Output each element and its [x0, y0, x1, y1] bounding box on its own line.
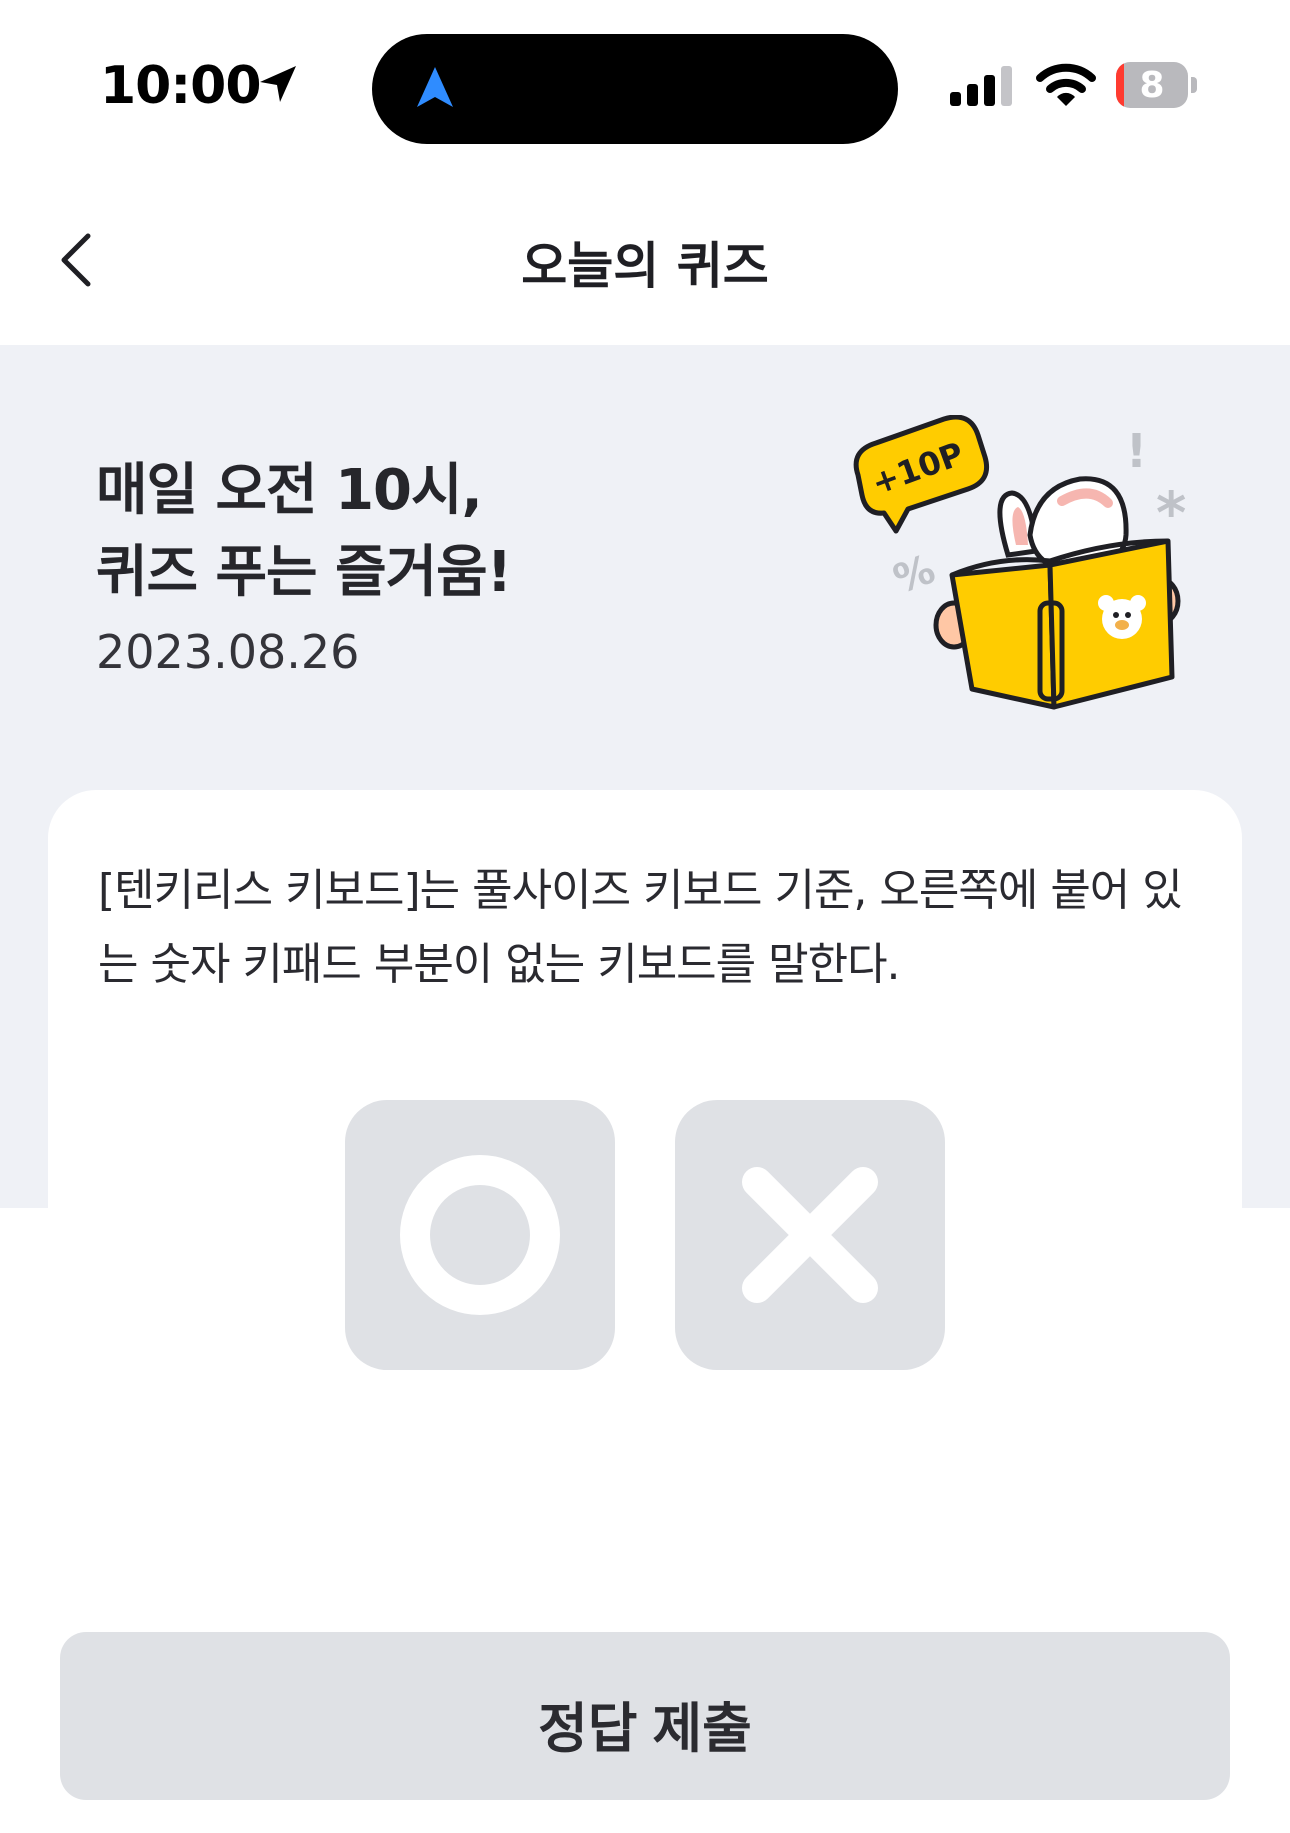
svg-text:*: *: [1156, 479, 1186, 547]
submit-answer-label: 정답 제출: [538, 1699, 752, 1759]
points-badge: +10P: [853, 415, 990, 534]
status-bar: 10:00 8: [0, 0, 1290, 160]
quiz-date: 2023.08.26: [96, 625, 360, 679]
svg-text:!: !: [1126, 424, 1147, 478]
hero-headline-line1: 매일 오전 10시,: [96, 458, 483, 523]
quiz-screen: 10:00 8 오늘의 퀴즈 매일 오전 10시, 퀴즈 푸는 즐거움! 202…: [0, 0, 1290, 1833]
location-arrow-icon: [260, 66, 296, 102]
hero-headline-line2: 퀴즈 푸는 즐거움!: [96, 540, 512, 605]
cellular-signal-icon: [950, 66, 1012, 106]
circle-o-icon: [400, 1155, 560, 1315]
mascot-reading-book-illustration: +10P ! * %: [853, 415, 1186, 710]
quiz-question: [텐키리스 키보드]는 풀사이즈 키보드 기준, 오른쪽에 붙어 있는 숫자 키…: [98, 865, 1183, 990]
svg-text:%: %: [888, 546, 941, 603]
submit-answer-button[interactable]: 정답 제출: [60, 1632, 1230, 1800]
battery-level: 8: [1139, 65, 1165, 106]
answer-x-button[interactable]: [675, 1100, 945, 1370]
answer-o-button[interactable]: [345, 1100, 615, 1370]
dynamic-island: [372, 34, 898, 144]
page-title: 오늘의 퀴즈: [521, 237, 769, 295]
status-time: 10:00: [100, 56, 262, 116]
navigation-arrow-icon: [417, 67, 453, 107]
wifi-icon: [1036, 63, 1096, 106]
nav-bar: 오늘의 퀴즈: [0, 160, 1290, 345]
x-mark-icon: [742, 1167, 878, 1303]
battery-indicator: 8: [1116, 62, 1197, 108]
